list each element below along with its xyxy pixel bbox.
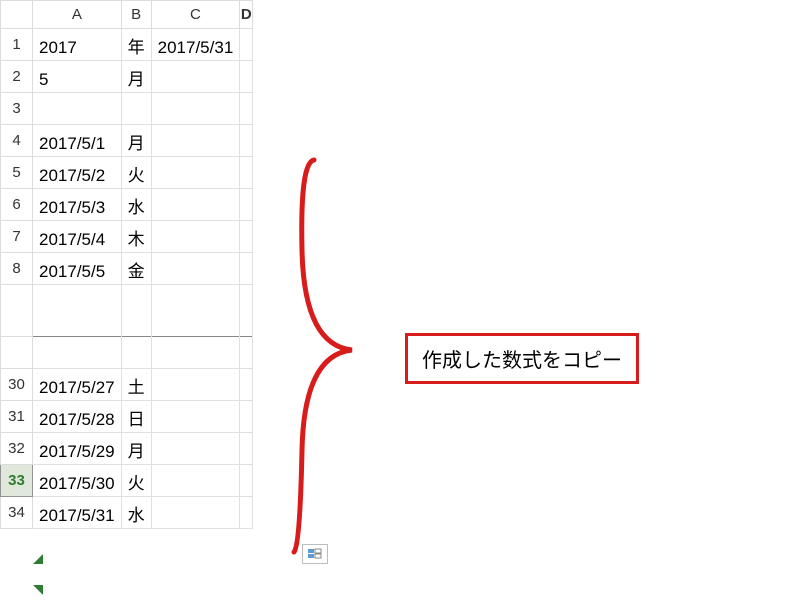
cell-b30[interactable]: 土 <box>121 369 151 401</box>
cell-a4[interactable]: 2017/5/1 <box>33 125 122 157</box>
cell-c5[interactable] <box>151 157 240 189</box>
cell-b34[interactable]: 水 <box>121 497 151 529</box>
cell-d30[interactable] <box>240 369 253 401</box>
cell-b32[interactable]: 月 <box>121 433 151 465</box>
cell-c1[interactable]: 2017/5/31 <box>151 29 240 61</box>
cell-c3[interactable] <box>151 93 240 125</box>
curly-brace-annotation <box>290 150 380 570</box>
col-header-d[interactable]: D <box>240 1 253 29</box>
cell-b31[interactable]: 日 <box>121 401 151 433</box>
cell-b4[interactable]: 月 <box>121 125 151 157</box>
cell-b8[interactable]: 金 <box>121 253 151 285</box>
cell-a5[interactable]: 2017/5/2 <box>33 157 122 189</box>
cell-c31[interactable] <box>151 401 240 433</box>
cell-a7[interactable]: 2017/5/4 <box>33 221 122 253</box>
cell-d32[interactable] <box>240 433 253 465</box>
cell-b5[interactable]: 火 <box>121 157 151 189</box>
cell-a33[interactable]: 2017/5/30 <box>33 465 122 497</box>
row-header[interactable]: 2 <box>1 61 33 93</box>
col-header-c[interactable]: C <box>151 1 240 29</box>
col-header-a[interactable]: A <box>33 1 122 29</box>
row-hidden <box>1 337 33 369</box>
row-header[interactable]: 4 <box>1 125 33 157</box>
row-header-active[interactable]: 33 <box>1 465 33 497</box>
row-header[interactable]: 1 <box>1 29 33 61</box>
cell-a34[interactable]: 2017/5/31 <box>33 497 122 529</box>
cell-a30[interactable]: 2017/5/27 <box>33 369 122 401</box>
row-header[interactable]: 34 <box>1 497 33 529</box>
row-header[interactable]: 8 <box>1 253 33 285</box>
row-header[interactable]: 5 <box>1 157 33 189</box>
autofill-options-icon[interactable] <box>302 544 328 564</box>
row-header[interactable]: 30 <box>1 369 33 401</box>
cell-c6[interactable] <box>151 189 240 221</box>
cell-d7[interactable] <box>240 221 253 253</box>
cell-c4[interactable] <box>151 125 240 157</box>
select-all-corner[interactable] <box>1 1 33 29</box>
cell-c8[interactable] <box>151 253 240 285</box>
cell-c2[interactable] <box>151 61 240 93</box>
row-gap <box>1 285 33 337</box>
cell-b1[interactable]: 年 <box>121 29 151 61</box>
cell-c30[interactable] <box>151 369 240 401</box>
cell-c33[interactable] <box>151 465 240 497</box>
row-header[interactable]: 31 <box>1 401 33 433</box>
cell-b6[interactable]: 水 <box>121 189 151 221</box>
annotation-text: 作成した数式をコピー <box>422 350 622 372</box>
cell-a8[interactable]: 2017/5/5 <box>33 253 122 285</box>
cell-c34[interactable] <box>151 497 240 529</box>
cell-d8[interactable] <box>240 253 253 285</box>
row-header[interactable]: 32 <box>1 433 33 465</box>
cell-b33[interactable]: 火 <box>121 465 151 497</box>
cell-d2[interactable] <box>240 61 253 93</box>
cell-b3[interactable] <box>121 93 151 125</box>
cell-a3[interactable] <box>33 93 122 125</box>
column-header-row: A B C D <box>1 1 253 29</box>
cell-d3[interactable] <box>240 93 253 125</box>
cell-c32[interactable] <box>151 433 240 465</box>
cell-a31[interactable]: 2017/5/28 <box>33 401 122 433</box>
row-header[interactable]: 6 <box>1 189 33 221</box>
cell-a32[interactable]: 2017/5/29 <box>33 433 122 465</box>
cell-d5[interactable] <box>240 157 253 189</box>
cell-d34[interactable] <box>240 497 253 529</box>
spreadsheet-grid[interactable]: A B C D 1 2017 年 2017/5/31 2 5 月 3 4 201… <box>0 0 253 529</box>
cell-a6[interactable]: 2017/5/3 <box>33 189 122 221</box>
row-header[interactable]: 3 <box>1 93 33 125</box>
cell-a1[interactable]: 2017 <box>33 29 122 61</box>
cell-b2[interactable]: 月 <box>121 61 151 93</box>
cell-d1[interactable] <box>240 29 253 61</box>
cell-d4[interactable] <box>240 125 253 157</box>
row-header[interactable]: 7 <box>1 221 33 253</box>
annotation-callout: 作成した数式をコピー <box>405 333 639 384</box>
cell-a2[interactable]: 5 <box>33 61 122 93</box>
cell-d33[interactable] <box>240 465 253 497</box>
col-header-b[interactable]: B <box>121 1 151 29</box>
error-indicator-icon[interactable] <box>33 554 43 564</box>
cell-c7[interactable] <box>151 221 240 253</box>
cell-b7[interactable]: 木 <box>121 221 151 253</box>
error-indicator-icon[interactable] <box>33 585 43 595</box>
cell-d6[interactable] <box>240 189 253 221</box>
cell-d31[interactable] <box>240 401 253 433</box>
